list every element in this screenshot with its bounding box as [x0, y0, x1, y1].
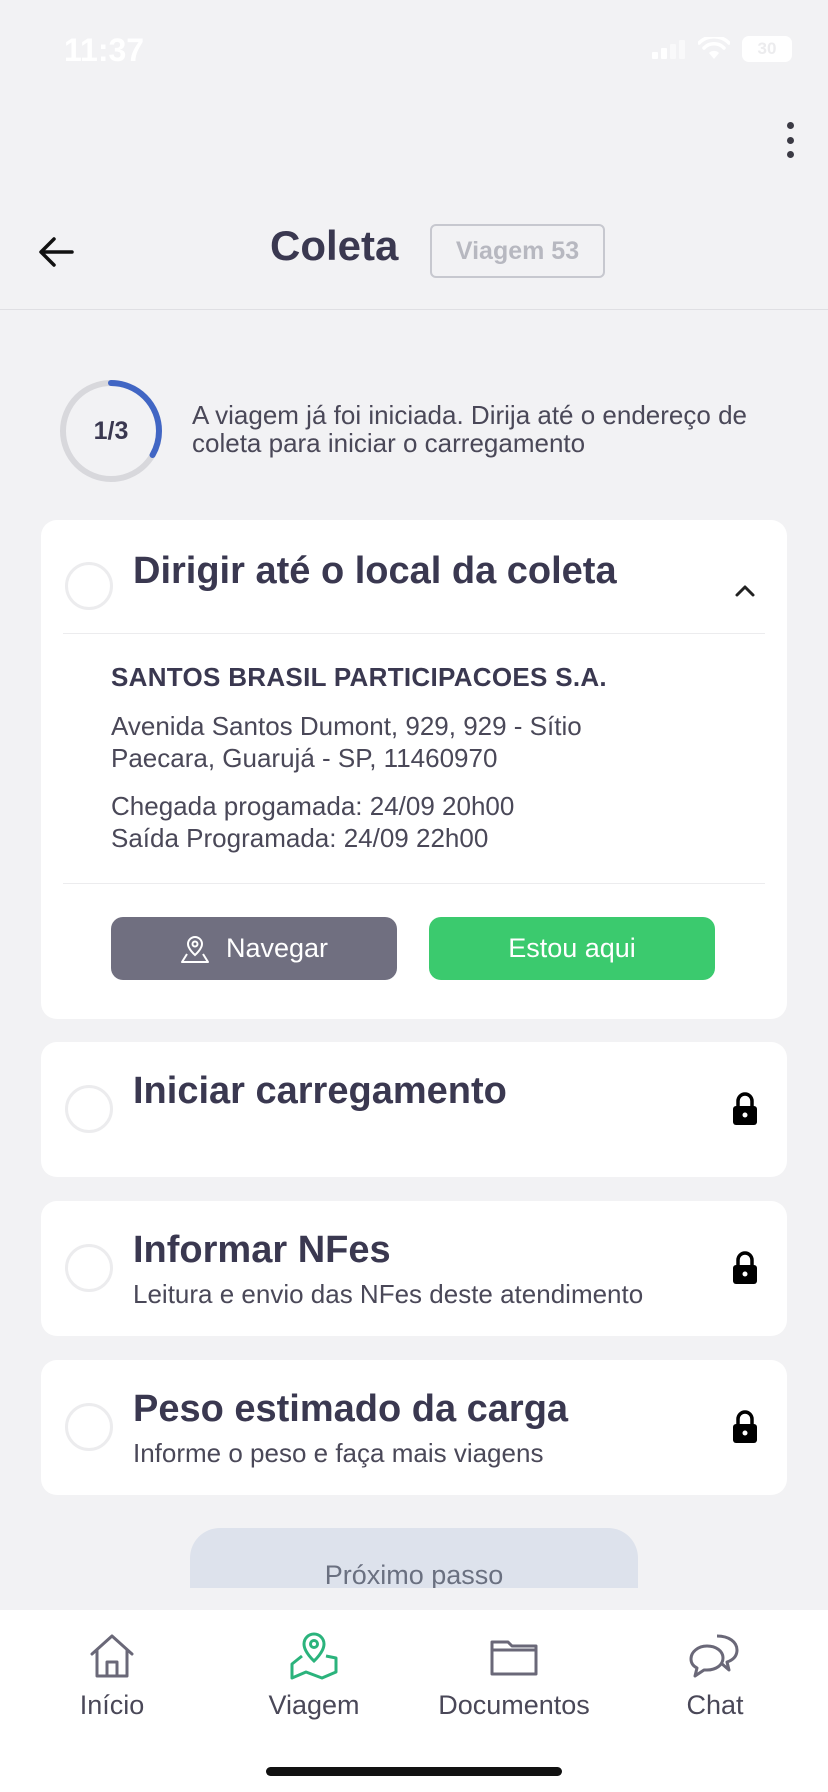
- progress-label: 1/3: [93, 416, 129, 445]
- nav-item-documents[interactable]: Documentos: [414, 1628, 614, 1721]
- folder-icon: [490, 1640, 538, 1676]
- nav-item-home[interactable]: Início: [12, 1628, 212, 1721]
- map-location-icon: [180, 935, 209, 963]
- step-subtitle: Leitura e envio das NFes deste atendimen…: [133, 1279, 644, 1309]
- page-title: Coleta: [270, 222, 399, 269]
- next-step-label: Próximo passo: [324, 1560, 504, 1588]
- address-line-1: Avenida Santos Dumont, 929, 929 - Sítio: [111, 711, 582, 741]
- step-checkbox[interactable]: [65, 1403, 113, 1451]
- bottom-navigation: Início Viagem Documentos Chat: [0, 1610, 828, 1792]
- divider: [63, 883, 765, 884]
- divider: [63, 633, 765, 634]
- lock-icon: [733, 1092, 757, 1125]
- battery-icon: 30: [742, 36, 792, 62]
- nav-label: Viagem: [268, 1690, 360, 1720]
- step-card-estimated-weight[interactable]: Peso estimado da carga Informe o peso e …: [41, 1360, 787, 1495]
- chevron-up-icon[interactable]: [733, 582, 757, 598]
- step-subtitle: Informe o peso e faça mais viagens: [133, 1438, 544, 1468]
- step-title: Iniciar carregamento: [133, 1070, 507, 1112]
- back-arrow-icon[interactable]: [34, 230, 78, 274]
- wifi-icon: [698, 37, 730, 59]
- step-card-drive-to-pickup: Dirigir até o local da coleta SANTOS BRA…: [41, 520, 787, 1019]
- home-icon: [90, 1634, 134, 1678]
- nav-label: Documentos: [438, 1690, 590, 1720]
- step-card-inform-nfes[interactable]: Informar NFes Leitura e envio das NFes d…: [41, 1201, 787, 1336]
- more-options-icon[interactable]: [780, 122, 800, 158]
- nav-item-chat[interactable]: Chat: [615, 1628, 815, 1721]
- nav-label: Chat: [686, 1690, 744, 1720]
- navigate-button[interactable]: Navegar: [111, 917, 397, 980]
- step-card-start-loading[interactable]: Iniciar carregamento: [41, 1042, 787, 1177]
- company-name: SANTOS BRASIL PARTICIPACOES S.A.: [111, 662, 607, 692]
- step-checkbox[interactable]: [65, 1244, 113, 1292]
- schedule: Chegada progamada: 24/09 20h00 Saída Pro…: [111, 790, 514, 854]
- step-checkbox[interactable]: [65, 1085, 113, 1133]
- lock-icon: [733, 1251, 757, 1284]
- step-title: Informar NFes: [133, 1229, 391, 1271]
- scheduled-arrival: Chegada progamada: 24/09 20h00: [111, 791, 515, 821]
- chat-icon: [689, 1634, 739, 1678]
- home-indicator: [266, 1767, 562, 1776]
- step-title: Dirigir até o local da coleta: [133, 550, 617, 592]
- address-line-2: Paecara, Guarujá - SP, 11460970: [111, 743, 498, 773]
- lock-icon: [733, 1410, 757, 1443]
- scheduled-departure: Saída Programada: 24/09 22h00: [111, 823, 489, 853]
- nav-item-trip[interactable]: Viagem: [214, 1628, 414, 1721]
- next-step-button[interactable]: Próximo passo: [190, 1528, 638, 1588]
- i-am-here-button[interactable]: Estou aqui: [429, 917, 715, 980]
- status-time: 11:37: [64, 32, 145, 68]
- navigate-label: Navegar: [225, 933, 329, 963]
- step-checkbox[interactable]: [65, 562, 113, 610]
- progress-ring: 1/3: [58, 378, 164, 484]
- signal-icon: [652, 40, 685, 59]
- status-icons: 30: [652, 36, 792, 62]
- step-title: Peso estimado da carga: [133, 1388, 569, 1430]
- progress-description: A viagem já foi iniciada. Dirija até o e…: [192, 400, 747, 458]
- pickup-address: Avenida Santos Dumont, 929, 929 - Sítio …: [111, 710, 691, 774]
- status-bar: 11:37 30: [0, 0, 828, 100]
- map-pin-icon: [290, 1632, 338, 1680]
- nav-label: Início: [79, 1690, 145, 1720]
- trip-badge: Viagem 53: [430, 224, 605, 278]
- header: Coleta Viagem 53: [0, 200, 828, 310]
- battery-level: 30: [757, 39, 777, 58]
